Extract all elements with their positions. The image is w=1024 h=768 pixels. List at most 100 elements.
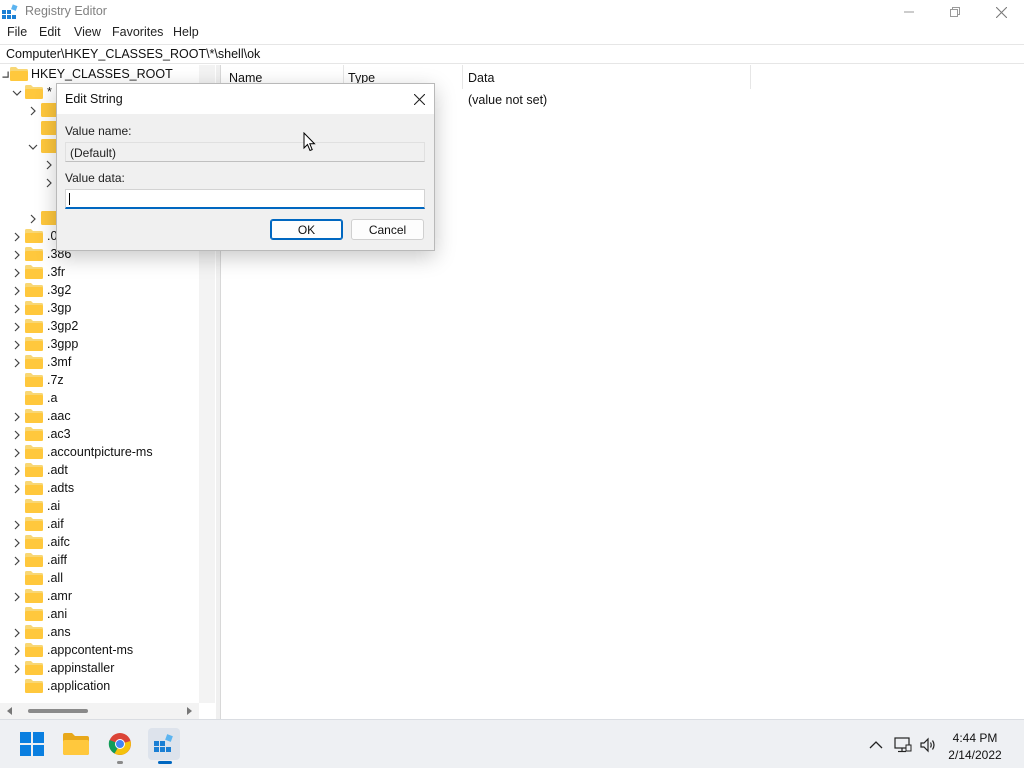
tree-item[interactable]: .3g2 xyxy=(0,281,199,299)
tree-item[interactable]: .ans xyxy=(0,623,199,641)
restore-button[interactable] xyxy=(932,0,978,24)
chevron-right-icon[interactable] xyxy=(44,160,54,170)
menu-favorites[interactable]: Favorites xyxy=(112,25,163,39)
tree-item[interactable]: .amr xyxy=(0,587,199,605)
value-name-field[interactable]: (Default) xyxy=(65,142,425,162)
chevron-right-icon[interactable] xyxy=(12,358,22,368)
minimize-button[interactable] xyxy=(886,0,932,24)
tree-item[interactable]: .aifc xyxy=(0,533,199,551)
chevron-right-icon[interactable] xyxy=(12,322,22,332)
chevron-right-icon[interactable] xyxy=(12,232,22,242)
column-divider[interactable] xyxy=(750,65,751,89)
chevron-right-icon[interactable] xyxy=(12,304,22,314)
dialog-title-bar[interactable]: Edit String xyxy=(57,84,434,114)
tree-item[interactable]: .3gp xyxy=(0,299,199,317)
chevron-right-icon[interactable] xyxy=(12,448,22,458)
edit-string-dialog: Edit String Value name: (Default) Value … xyxy=(56,83,435,251)
chevron-right-icon[interactable] xyxy=(12,484,22,494)
tree-item[interactable]: .3gpp xyxy=(0,335,199,353)
tree-item-label: .3gpp xyxy=(47,337,79,351)
chevron-right-icon[interactable] xyxy=(12,628,22,638)
volume-icon[interactable] xyxy=(919,736,937,754)
chevron-right-icon[interactable] xyxy=(12,286,22,296)
network-icon[interactable] xyxy=(894,736,912,754)
start-button[interactable] xyxy=(16,728,48,760)
clock-time[interactable]: 4:44 PM xyxy=(940,731,1010,745)
taskbar-registry-editor[interactable] xyxy=(148,728,180,760)
chevron-right-icon[interactable] xyxy=(12,430,22,440)
value-data-cell[interactable]: (value not set) xyxy=(468,93,547,107)
title-bar: Registry Editor xyxy=(0,0,1024,24)
tree-item[interactable]: .aiff xyxy=(0,551,199,569)
value-data-field[interactable] xyxy=(65,189,425,209)
tree-item[interactable]: .3gp2 xyxy=(0,317,199,335)
chevron-down-icon[interactable] xyxy=(28,142,38,152)
scroll-right-icon[interactable] xyxy=(185,707,193,715)
chevron-right-icon[interactable] xyxy=(12,250,22,260)
tree-horizontal-scrollbar[interactable] xyxy=(0,703,199,719)
chevron-right-icon[interactable] xyxy=(12,664,22,674)
chevron-right-icon[interactable] xyxy=(12,556,22,566)
chevron-right-icon[interactable] xyxy=(12,412,22,422)
tree-item[interactable]: .ai xyxy=(0,497,199,515)
menu-view[interactable]: View xyxy=(74,25,101,39)
tree-item-label: * xyxy=(47,85,52,99)
tree-item[interactable]: .aif xyxy=(0,515,199,533)
close-icon xyxy=(995,6,1007,18)
active-indicator xyxy=(158,761,172,764)
menu-file[interactable]: File xyxy=(7,25,27,39)
column-header-data[interactable]: Data xyxy=(468,65,494,89)
cancel-button[interactable]: Cancel xyxy=(351,219,424,240)
chevron-right-icon[interactable] xyxy=(12,646,22,656)
chevron-up-icon[interactable] xyxy=(867,736,885,754)
tree-item[interactable]: .adts xyxy=(0,479,199,497)
chevron-right-icon[interactable] xyxy=(44,178,54,188)
chevron-down-icon[interactable] xyxy=(12,88,22,98)
clock-date[interactable]: 2/14/2022 xyxy=(940,748,1010,762)
chevron-right-icon[interactable] xyxy=(12,538,22,548)
tree-item[interactable]: .3fr xyxy=(0,263,199,281)
chevron-right-icon[interactable] xyxy=(28,214,38,224)
tree-item[interactable]: .application xyxy=(0,677,199,695)
folder-icon xyxy=(25,283,43,297)
menu-help[interactable]: Help xyxy=(173,25,199,39)
address-bar[interactable]: Computer\HKEY_CLASSES_ROOT\*\shell\ok xyxy=(0,44,1024,64)
folder-icon xyxy=(25,247,43,261)
tree-item-root[interactable]: HKEY_CLASSES_ROOT xyxy=(0,65,199,83)
folder-icon xyxy=(25,355,43,369)
tree-item[interactable]: .3mf xyxy=(0,353,199,371)
tree-item[interactable]: .accountpicture-ms xyxy=(0,443,199,461)
minimize-icon xyxy=(904,11,914,13)
tree-item[interactable]: .7z xyxy=(0,371,199,389)
tree-item-label: .3fr xyxy=(47,265,66,279)
scroll-left-icon[interactable] xyxy=(6,707,14,715)
chevron-right-icon[interactable] xyxy=(12,520,22,530)
folder-icon xyxy=(25,319,43,333)
tree-item[interactable]: .appinstaller xyxy=(0,659,199,677)
dialog-title: Edit String xyxy=(65,92,123,106)
scroll-thumb[interactable] xyxy=(28,709,88,713)
chevron-right-icon[interactable] xyxy=(12,466,22,476)
close-button[interactable] xyxy=(978,0,1024,24)
column-divider[interactable] xyxy=(462,65,463,89)
chevron-right-icon[interactable] xyxy=(28,106,38,116)
tree-item[interactable]: .ani xyxy=(0,605,199,623)
taskbar-file-explorer[interactable] xyxy=(60,728,92,760)
tree-item[interactable]: .appcontent-ms xyxy=(0,641,199,659)
chevron-right-icon[interactable] xyxy=(12,592,22,602)
chevron-right-icon[interactable] xyxy=(12,340,22,350)
dialog-close-button[interactable] xyxy=(409,90,429,108)
tree-item[interactable]: .a xyxy=(0,389,199,407)
tree-item[interactable]: .adt xyxy=(0,461,199,479)
folder-icon xyxy=(25,337,43,351)
chevron-right-icon[interactable] xyxy=(12,268,22,278)
tree-item[interactable]: .all xyxy=(0,569,199,587)
menu-bar: File Edit View Favorites Help xyxy=(0,24,1024,42)
folder-icon xyxy=(10,67,28,81)
address-path[interactable]: Computer\HKEY_CLASSES_ROOT\*\shell\ok xyxy=(6,47,260,61)
tree-item[interactable]: .aac xyxy=(0,407,199,425)
taskbar-chrome[interactable] xyxy=(104,728,136,760)
ok-button[interactable]: OK xyxy=(270,219,343,240)
tree-item[interactable]: .ac3 xyxy=(0,425,199,443)
menu-edit[interactable]: Edit xyxy=(39,25,61,39)
